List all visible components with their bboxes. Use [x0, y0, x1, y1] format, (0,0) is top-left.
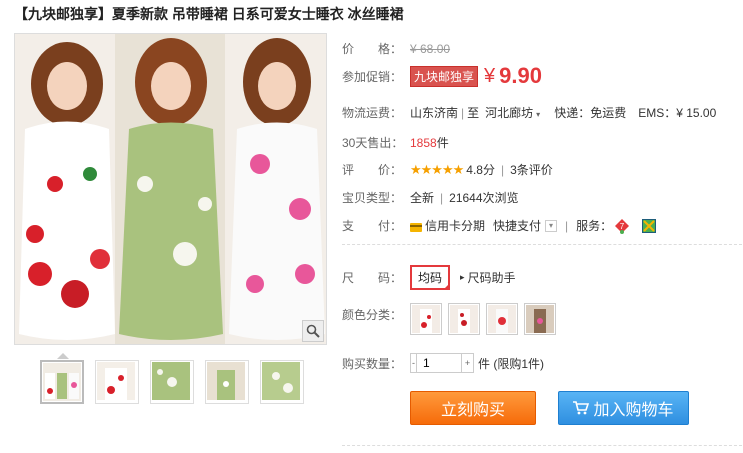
payment-label: 支 付： [342, 219, 403, 233]
ship-to-prefix: 至 [467, 106, 480, 120]
dropdown-icon: ▾ [536, 110, 541, 119]
swatch-image [526, 305, 554, 333]
seven-day-return-icon[interactable]: 7 [614, 218, 630, 234]
ship-from: 山东济南 [410, 106, 459, 120]
promo-label: 参加促销： [342, 69, 403, 84]
ship-to-select[interactable]: 河北廊坊 ▾ [485, 104, 540, 121]
shipping-label: 物流运费： [342, 106, 403, 120]
color-swatch-1[interactable] [410, 303, 442, 335]
reviews-link[interactable]: 3条评价 [510, 161, 553, 178]
rating-separator: | [500, 162, 505, 177]
credit-card-option[interactable]: 信用卡分期 [410, 217, 485, 234]
color-swatch-4[interactable] [524, 303, 556, 335]
quantity-row: 购买数量： - + 件 (限购1件) [342, 353, 544, 373]
size-row: 尺 码： 均码 ▸ 尺码助手 [342, 265, 516, 290]
promo-row: 参加促销： 九块邮独享 ¥ 9.90 [342, 62, 542, 90]
color-row: 颜色分类： [342, 303, 562, 335]
sold-unit: 件 [436, 136, 449, 150]
quantity-stepper: - + [410, 353, 474, 373]
cart-icon [573, 401, 590, 415]
thumbnail-2[interactable] [95, 360, 139, 404]
type-separator: | [440, 190, 444, 205]
rating-score: 4.8分 [466, 163, 495, 177]
thumbnail-3[interactable] [150, 360, 194, 404]
size-label: 尺 码： [342, 271, 403, 285]
rating-stars: ★★★★★ [410, 161, 464, 177]
quantity-increment[interactable]: + [461, 354, 473, 372]
credit-card-label: 信用卡分期 [425, 219, 486, 233]
svg-text:7: 7 [620, 222, 625, 231]
service-label: 服务： [576, 219, 613, 233]
credit-card-icon [410, 222, 422, 232]
thumbnail-image [152, 362, 190, 400]
thumbnail-1[interactable] [40, 360, 84, 404]
add-to-cart-button[interactable]: 加入购物车 [558, 391, 689, 425]
chevron-right-icon: ▸ [460, 272, 465, 282]
active-thumb-indicator [57, 353, 69, 359]
sold-count: 1858 [410, 135, 437, 150]
swatch-image [488, 305, 516, 333]
thumbnail-5[interactable] [260, 360, 304, 404]
section-divider [342, 244, 742, 245]
quick-pay-label[interactable]: 快捷支付 [493, 217, 541, 234]
color-swatches [410, 303, 562, 335]
ship-separator: | [461, 105, 465, 120]
product-photo [15, 34, 326, 344]
quantity-label: 购买数量： [342, 356, 403, 371]
payment-row: 支 付： 信用卡分期 快捷支付 ▾ | 服务： 7 [342, 217, 657, 234]
product-title: 【九块邮独享】夏季新款 吊带睡裙 日系可爱女士睡衣 冰丝睡裙 [14, 6, 404, 22]
swatch-image [450, 305, 478, 333]
view-count: 21644次浏览 [449, 191, 519, 205]
thumbnail-image [262, 362, 300, 400]
rating-label: 评 价： [342, 163, 403, 177]
magnifier-icon [306, 324, 320, 338]
main-product-image[interactable] [14, 33, 327, 345]
promo-currency: ¥ [484, 64, 496, 87]
quantity-unit-limit: 件 (限购1件) [478, 356, 545, 371]
thumbnail-image [43, 363, 81, 401]
bottom-divider [342, 445, 742, 446]
color-swatch-2[interactable] [448, 303, 480, 335]
add-to-cart-label: 加入购物车 [593, 402, 674, 419]
dropdown-icon[interactable]: ▾ [545, 219, 558, 232]
promo-tag: 九块邮独享 [410, 65, 479, 87]
buy-now-button[interactable]: 立刻购买 [410, 391, 536, 425]
size-helper-link[interactable]: 尺码助手 [468, 269, 516, 286]
price-label: 价 格： [342, 42, 403, 56]
quantity-input[interactable] [417, 354, 461, 372]
promo-price: 9.90 [499, 63, 542, 88]
thumbnail-4[interactable] [205, 360, 249, 404]
color-label: 颜色分类： [342, 308, 403, 322]
type-value: 全新 [410, 191, 435, 205]
price-row: 价 格： ¥ 68.00 [342, 40, 450, 57]
type-label: 宝贝类型： [342, 191, 403, 205]
type-row: 宝贝类型： 全新 | 21644次浏览 [342, 189, 519, 206]
thumbnail-strip [40, 360, 304, 404]
shipping-row: 物流运费： 山东济南 | 至 河北廊坊 ▾ 快递：免运费 EMS：¥ 15.00 [342, 104, 716, 121]
ems-fee: EMS：¥ 15.00 [638, 106, 717, 120]
color-swatch-3[interactable] [486, 303, 518, 335]
zoom-button[interactable] [302, 320, 324, 342]
guarantee-icon[interactable] [642, 218, 657, 233]
swatch-image [412, 305, 440, 333]
original-price: ¥ 68.00 [410, 41, 451, 56]
ship-to: 河北廊坊 [485, 106, 534, 120]
thumbnail-image [207, 362, 245, 400]
rating-row: 评 价： ★★★★★ 4.8分 | 3条评价 [342, 161, 553, 178]
express-fee: 快递：免运费 [554, 106, 627, 120]
sold-label: 30天售出： [342, 136, 404, 150]
size-option-selected[interactable]: 均码 [410, 265, 451, 290]
sold-row: 30天售出： 1858 件 [342, 134, 449, 151]
thumbnail-image [97, 362, 135, 400]
payment-separator: | [565, 218, 569, 233]
